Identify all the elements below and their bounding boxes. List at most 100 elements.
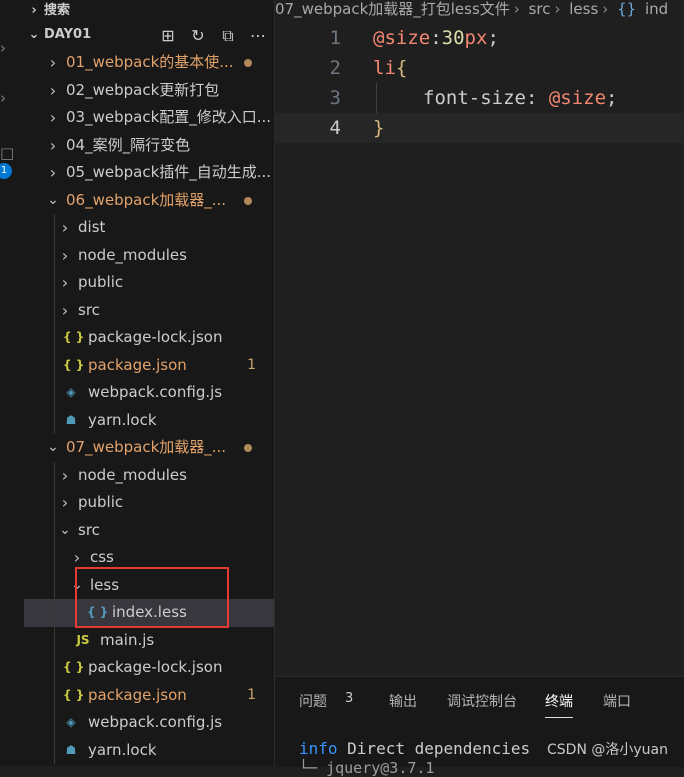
- code-line[interactable]: 3 font-size: @size;: [275, 83, 684, 113]
- tree-folder[interactable]: ⌄ less: [24, 572, 274, 600]
- tree-folder[interactable]: › 04_案例_隔行变色: [24, 132, 274, 160]
- bottom-panel: 问题 3 输出 调试控制台 终端 端口 info Direct dependen…: [275, 676, 684, 777]
- tree-file[interactable]: JS main.js: [24, 627, 274, 655]
- breadcrumb-separator-icon: ›: [554, 0, 561, 18]
- punct-token: :: [430, 27, 442, 49]
- tree-file[interactable]: ☗ yarn.lock: [24, 737, 274, 765]
- run-debug-icon[interactable]: ›: [0, 40, 16, 56]
- tab-terminal[interactable]: 终端: [545, 691, 573, 718]
- tree-item-label: yarn.lock: [88, 740, 157, 759]
- tree-item-label: dist: [78, 218, 106, 236]
- tree-folder[interactable]: › node_modules: [24, 242, 274, 270]
- problem-count-badge: 1: [247, 356, 256, 373]
- search-section-header[interactable]: › 搜索: [24, 0, 70, 22]
- code-text: li{: [373, 53, 407, 83]
- chevron-right-icon: ›: [49, 80, 57, 100]
- tree-file[interactable]: { } package.json 1: [24, 352, 274, 380]
- json-file-icon: { }: [63, 330, 85, 344]
- terminal-info-token: info: [299, 739, 338, 758]
- tree-folder[interactable]: › dist: [24, 214, 274, 242]
- tree-file[interactable]: ☗ yarn.lock: [24, 407, 274, 435]
- tree-item-label: public: [78, 273, 124, 291]
- new-folder-icon[interactable]: ⊞: [158, 26, 178, 46]
- tree-item-label: 03_webpack配置_修改入口...: [66, 108, 272, 126]
- tree-folder[interactable]: › src: [24, 297, 274, 325]
- chevron-right-icon: ›: [61, 273, 69, 292]
- tree-file[interactable]: ◈ webpack.config.js: [24, 709, 274, 737]
- tree-folder[interactable]: ⌄ 06_webpack加载器_...: [24, 187, 274, 215]
- tree-folder[interactable]: › public: [24, 269, 274, 297]
- json-file-icon: { }: [63, 687, 85, 702]
- code-line[interactable]: 2 li{: [275, 53, 684, 83]
- tab-output[interactable]: 输出: [389, 691, 417, 711]
- tree-folder[interactable]: ⌄ 07_webpack加载器_...: [24, 434, 274, 462]
- tab-debug-console[interactable]: 调试控制台: [447, 691, 517, 711]
- yarn-file-icon: ☗: [65, 412, 77, 427]
- tree-file[interactable]: { } package.json 1: [24, 682, 274, 710]
- tree-item-label: src: [78, 300, 100, 319]
- chevron-right-icon: ›: [49, 108, 57, 127]
- breadcrumb-file[interactable]: ind: [645, 0, 668, 18]
- refresh-icon[interactable]: ↻: [188, 26, 208, 46]
- tree-folder[interactable]: › 03_webpack配置_修改入口...: [24, 104, 274, 132]
- json-file-icon: { }: [63, 357, 85, 372]
- tree-item-label: yarn.lock: [88, 410, 157, 429]
- webpack-file-icon: ◈: [66, 385, 76, 399]
- terminal-output-line-2: └─ jquery@3.7.1: [299, 759, 435, 777]
- workspace-root-label: DAY01: [44, 27, 92, 42]
- tree-item-label: package-lock.json: [88, 658, 223, 676]
- tree-file[interactable]: { } package-lock.json: [24, 324, 274, 352]
- code-text: @size:30px;: [373, 23, 499, 53]
- indent-guide: [54, 461, 55, 764]
- tab-ports[interactable]: 端口: [603, 691, 631, 711]
- variable-token: @size: [373, 27, 431, 49]
- chevron-right-icon: ›: [73, 548, 81, 567]
- tree-file[interactable]: ◈ webpack.config.js: [24, 379, 274, 407]
- chevron-icon[interactable]: ›: [0, 90, 16, 106]
- tree-item-label: 01_webpack的基本使...: [66, 53, 234, 71]
- chevron-right-icon: ›: [61, 218, 69, 237]
- yarn-file-icon: ☗: [65, 742, 77, 757]
- tree-item-label: webpack.config.js: [88, 383, 223, 401]
- tree-folder[interactable]: › node_modules: [24, 462, 274, 490]
- chevron-right-icon: ›: [61, 465, 69, 485]
- extensions-icon[interactable]: □: [0, 145, 16, 161]
- tree-file[interactable]: { } index.less: [24, 599, 274, 627]
- punct-token: ;: [606, 87, 618, 109]
- breadcrumb-separator-icon: ›: [602, 0, 609, 18]
- tree-folder[interactable]: › css: [24, 544, 274, 572]
- more-actions-icon[interactable]: ⋯: [248, 26, 268, 46]
- breadcrumb-folder[interactable]: 07_webpack加载器_打包less文件: [275, 0, 510, 18]
- code-editor[interactable]: 1 @size:30px; 2 li{ 3 font-size: @size; …: [275, 20, 684, 660]
- activity-bar: › › □ 1: [0, 0, 24, 766]
- code-text: }: [373, 113, 384, 143]
- explorer-sidebar: › 搜索 ⌄ DAY01 ⊞ ↻ ⧉ ⋯ › 01_webpack的基本使... › 02…: [24, 0, 275, 766]
- breadcrumb-src[interactable]: src: [529, 0, 551, 18]
- webpack-file-icon: ◈: [66, 715, 76, 729]
- punct-token: :: [525, 87, 549, 109]
- collapse-all-icon[interactable]: ⧉: [218, 26, 238, 46]
- tree-item-label: less: [90, 575, 120, 594]
- tree-folder[interactable]: › public: [24, 489, 274, 517]
- breadcrumb-less[interactable]: less: [569, 0, 598, 18]
- tree-file[interactable]: { } package-lock.json: [24, 654, 274, 682]
- code-line-current[interactable]: 4 }: [275, 113, 684, 143]
- tree-item-label: main.js: [100, 630, 155, 649]
- tree-folder[interactable]: › 05_webpack插件_自动生成...: [24, 159, 274, 187]
- tree-folder[interactable]: ⌄ src: [24, 517, 274, 545]
- code-line[interactable]: 1 @size:30px;: [275, 23, 684, 53]
- code-text: font-size: @size;: [423, 83, 618, 113]
- terminal-text: Direct dependencies: [337, 739, 531, 758]
- chevron-right-icon: ›: [49, 163, 57, 182]
- workspace-root-header[interactable]: ⌄ DAY01: [24, 24, 92, 46]
- chevron-right-icon: ›: [61, 493, 69, 512]
- tab-problems[interactable]: 问题: [299, 691, 327, 711]
- chevron-right-icon: ›: [61, 300, 69, 320]
- chevron-right-icon: ›: [61, 245, 69, 265]
- tree-folder[interactable]: › 01_webpack的基本使...: [24, 49, 274, 77]
- tree-folder[interactable]: › 02_webpack更新打包: [24, 77, 274, 105]
- property-token: font-size: [423, 87, 526, 109]
- less-file-icon: { }: [87, 605, 109, 619]
- chevron-down-icon: ⌄: [28, 27, 40, 42]
- tree-item-label: node_modules: [78, 245, 187, 264]
